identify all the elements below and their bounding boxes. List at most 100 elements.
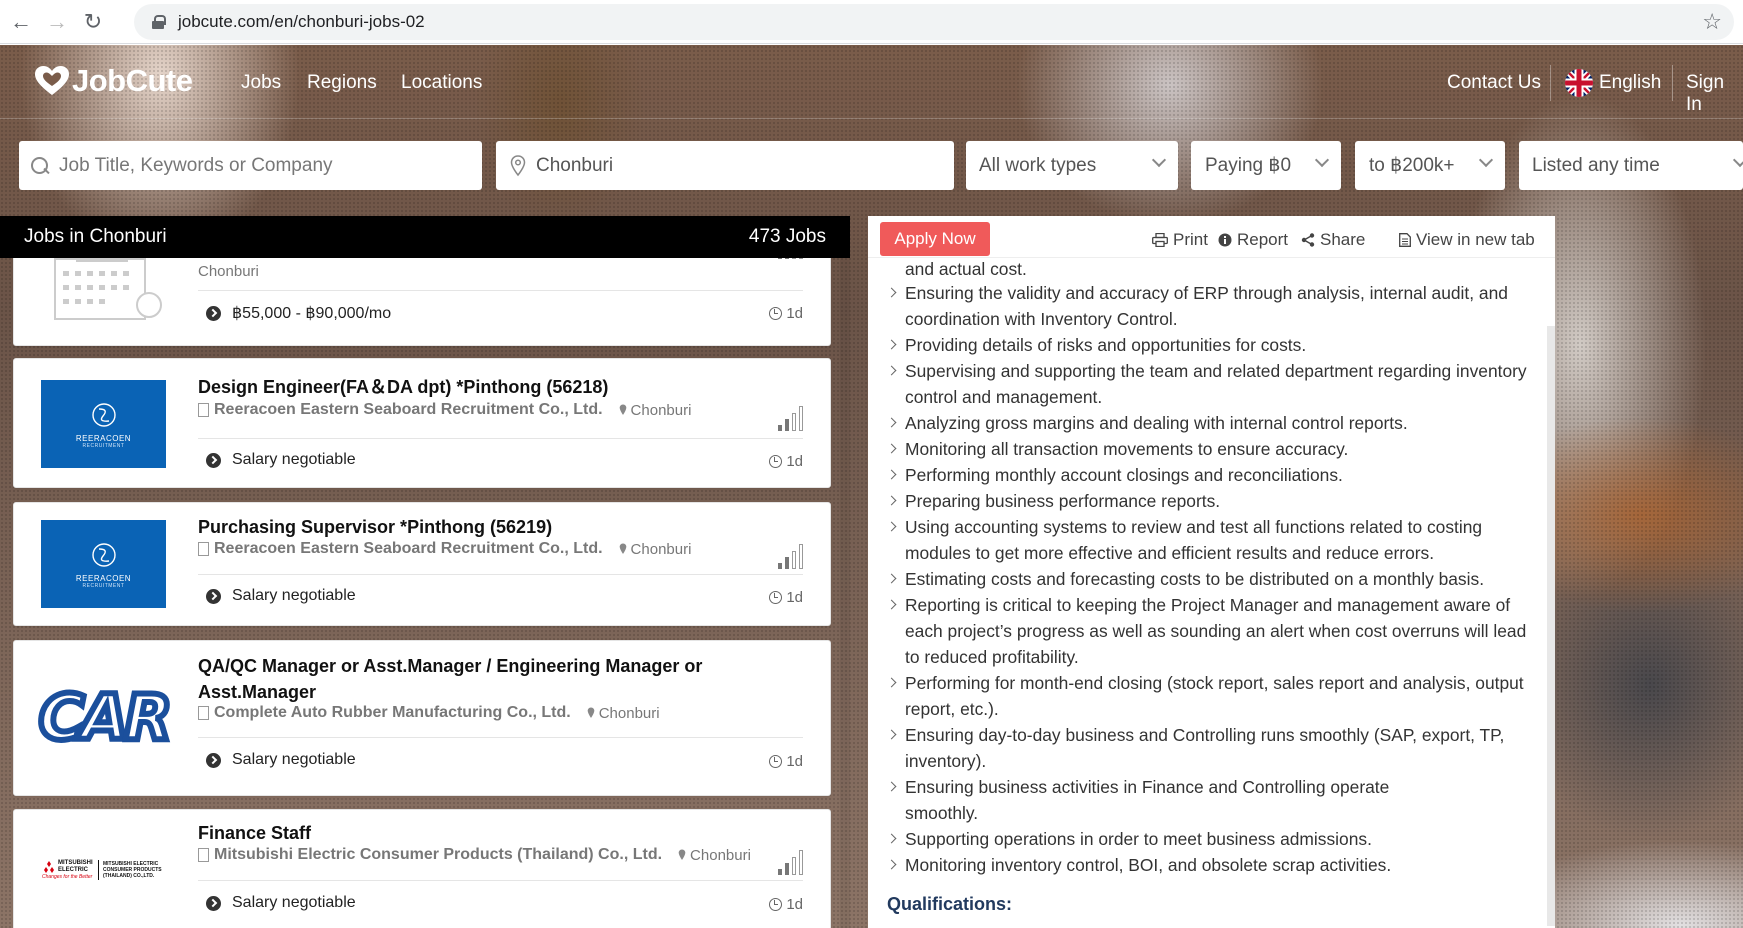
nav-jobs-link[interactable]: Jobs (241, 72, 281, 94)
match-level-icon (778, 849, 806, 875)
contact-us-link[interactable]: Contact Us (1447, 72, 1541, 94)
sign-in-link[interactable]: Sign In (1686, 72, 1743, 116)
work-type-select[interactable]: All work types (966, 141, 1178, 190)
brand-logo[interactable]: JobCute (34, 63, 193, 99)
location-pin-icon (587, 707, 595, 718)
company-name-link[interactable]: Reeracoen Eastern Seaboard Recruitment C… (214, 540, 603, 558)
reeracoen-logo-sub: RECRUITMENT (82, 442, 125, 449)
share-button[interactable]: Share (1301, 230, 1365, 250)
reload-icon[interactable]: ↻ (78, 7, 108, 37)
job-card[interactable]: Chonburi ฿55,000 - ฿90,000/mo 1d (13, 258, 831, 346)
responsibility-item: Providing details of risks and opportuni… (886, 332, 1535, 358)
document-icon (1399, 233, 1411, 247)
match-level-icon (778, 258, 806, 259)
pay-to-value: to ฿200k+ (1369, 155, 1455, 176)
back-icon[interactable]: ← (6, 7, 36, 37)
job-title-link[interactable]: Finance Staff (198, 820, 758, 846)
keyword-search-input[interactable]: Job Title, Keywords or Company (19, 141, 482, 190)
share-icon (1301, 233, 1315, 247)
responsibility-item: Ensuring day-to-day business and Control… (886, 722, 1535, 774)
chevron-down-icon (1478, 152, 1494, 168)
match-level-icon (778, 405, 806, 431)
list-title: Jobs in Chonburi (24, 226, 167, 247)
job-card[interactable]: REERACOEN RECRUITMENT Design Engineer(FA… (13, 358, 831, 488)
job-card[interactable]: REERACOEN RECRUITMENT Purchasing Supervi… (13, 502, 831, 626)
chevron-right-icon (886, 729, 897, 740)
posted-age-text: 1d (786, 753, 803, 770)
building-icon (198, 706, 209, 720)
location-input[interactable]: Chonburi (496, 141, 954, 190)
brand-name: JobCute (72, 63, 193, 98)
report-button[interactable]: Report (1218, 230, 1288, 250)
posted-age-text: 1d (786, 589, 803, 606)
heart-logo-icon (34, 65, 70, 97)
qualifications-heading: Qualifications: (887, 894, 1013, 914)
company-name-link[interactable]: Mitsubishi Electric Consumer Products (T… (214, 846, 662, 864)
responsibility-item: Ensuring business activities in Finance … (886, 774, 1425, 826)
chevron-right-icon (886, 287, 897, 298)
responsibility-item: Supervising and supporting the team and … (886, 358, 1535, 410)
mitsubishi-logo: MITSUBISHI ELECTRIC Changes for the Bett… (41, 826, 166, 914)
job-list-scrollbar[interactable] (840, 258, 850, 928)
salary-icon (206, 452, 221, 468)
print-label: Print (1173, 230, 1208, 249)
print-button[interactable]: Print (1152, 230, 1208, 250)
location-pin-icon (678, 849, 686, 860)
responsibility-item: Monitoring all transaction movements to … (886, 436, 1535, 462)
chevron-down-icon (1314, 152, 1330, 168)
chevron-right-icon (886, 417, 897, 428)
match-level-icon (778, 543, 806, 569)
bookmark-star-icon[interactable]: ☆ (1702, 9, 1722, 35)
search-icon (31, 156, 49, 175)
report-label: Report (1237, 230, 1289, 249)
job-description[interactable]: and actual cost. Ensuring the validity a… (868, 258, 1555, 928)
job-title-link[interactable]: QA/QC Manager or Asst.Manager / Engineer… (198, 653, 758, 705)
apply-now-button[interactable]: Apply Now (880, 222, 990, 256)
nav-separator (1550, 65, 1551, 101)
location-pin-icon (619, 543, 626, 554)
job-location-text: Chonburi (630, 540, 692, 558)
salary-info: Salary negotiable (206, 894, 356, 912)
language-selector[interactable]: English (1599, 72, 1661, 94)
reeracoen-logo-text: REERACOEN (75, 433, 132, 443)
posted-age: 1d (769, 753, 803, 770)
company-name-link[interactable]: Complete Auto Rubber Manufacturing Co., … (214, 704, 571, 722)
chevron-right-icon (886, 677, 897, 688)
pay-to-select[interactable]: to ฿200k+ (1355, 141, 1505, 190)
chevron-right-icon (886, 469, 897, 480)
nav-regions-link[interactable]: Regions (307, 72, 377, 94)
browser-toolbar: ← → ↻ jobcute.com/en/chonburi-jobs-02 ☆ (0, 0, 1743, 44)
responsibility-item: Monitoring inventory control, BOI, and o… (886, 852, 1535, 878)
keyword-placeholder: Job Title, Keywords or Company (59, 154, 333, 176)
job-card[interactable]: MITSUBISHI ELECTRIC Changes for the Bett… (13, 809, 831, 928)
job-location-text: Chonburi (198, 263, 259, 280)
job-title-link[interactable]: Purchasing Supervisor *Pinthong (56219) (198, 514, 758, 540)
detail-scrollbar[interactable] (1547, 326, 1555, 926)
salary-icon (206, 305, 221, 321)
salary-text: Salary negotiable (232, 587, 356, 604)
mitsubishi-mark: MITSUBISHI ELECTRIC Changes for the Bett… (42, 860, 94, 880)
job-location: Chonburi (619, 402, 691, 419)
nav-separator (1672, 65, 1673, 101)
forward-icon[interactable]: → (42, 7, 72, 37)
responsibility-item: Analyzing gross margins and dealing with… (886, 410, 1535, 436)
logo-divider (98, 860, 99, 880)
view-new-tab-button[interactable]: View in new tab (1399, 230, 1535, 250)
nav-locations-link[interactable]: Locations (401, 72, 482, 94)
detail-toolbar: Apply Now Print Report Share View in new… (868, 216, 1555, 258)
salary-text: Salary negotiable (232, 751, 356, 768)
pay-from-select[interactable]: Paying ฿0 (1191, 141, 1341, 190)
company-name-link[interactable]: Reeracoen Eastern Seaboard Recruitment C… (214, 401, 603, 419)
address-url[interactable]: jobcute.com/en/chonburi-jobs-02 (178, 12, 425, 32)
job-list[interactable]: Chonburi ฿55,000 - ฿90,000/mo 1d REERACO… (0, 258, 850, 928)
chevron-right-icon (886, 859, 897, 870)
job-location-text: Chonburi (598, 704, 660, 722)
job-card[interactable]: CAR QA/QC Manager or Asst.Manager / Engi… (13, 640, 831, 796)
job-title-link[interactable]: Design Engineer(FA＆DA dpt) *Pinthong (56… (198, 374, 758, 400)
listed-time-select[interactable]: Listed any time (1519, 141, 1743, 190)
card-divider (198, 438, 803, 439)
card-divider (198, 574, 803, 575)
address-bar[interactable]: jobcute.com/en/chonburi-jobs-02 ☆ (134, 4, 1734, 40)
chevron-right-icon (886, 365, 897, 376)
work-type-value: All work types (979, 154, 1097, 176)
